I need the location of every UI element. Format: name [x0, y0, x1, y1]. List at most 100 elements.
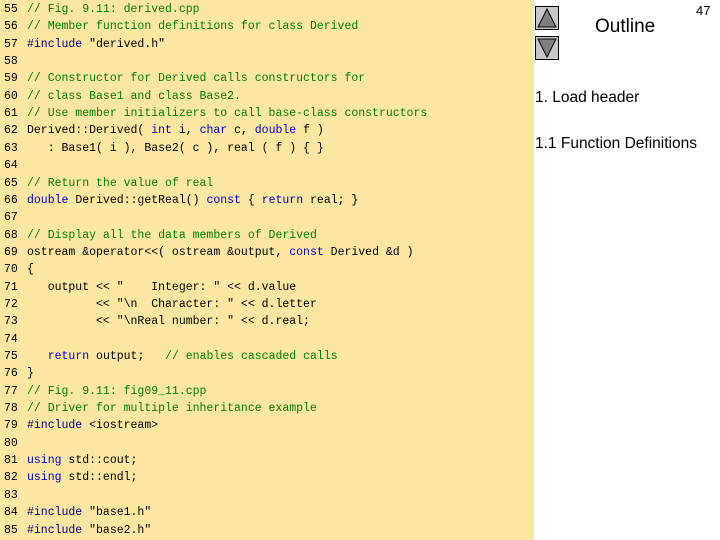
line-number: 62 — [4, 124, 18, 138]
code-token: // Use member initializers to call base-… — [27, 107, 428, 121]
line-number: 82 — [4, 471, 18, 485]
code-token: using — [27, 454, 62, 468]
code-line: 56 // Member function definitions for cla… — [0, 18, 534, 35]
line-number: 83 — [4, 488, 18, 502]
code-token: i, — [171, 124, 200, 138]
code-line: 65 // Return the value of real — [0, 175, 534, 192]
line-number: 76 — [4, 367, 18, 381]
code-line: 77 // Fig. 9.11: fig09_11.cpp — [0, 383, 534, 400]
line-number: 68 — [4, 228, 18, 242]
line-number: 84 — [4, 506, 18, 520]
line-number: 75 — [4, 350, 18, 363]
code-token: { — [240, 193, 262, 207]
code-token: #include — [27, 37, 83, 51]
line-number: 80 — [4, 436, 18, 450]
line-number: 73 — [4, 315, 18, 329]
code-line: 78 // Driver for multiple inheritance exa… — [0, 400, 534, 417]
code-token: // Display all the data members of Deriv… — [27, 228, 317, 242]
code-line: 82 using std::endl; — [0, 469, 534, 486]
line-number: 71 — [4, 280, 18, 294]
code-token: "base1.h" — [82, 506, 152, 520]
code-token: } — [27, 367, 34, 381]
code-line: 70 { — [0, 261, 534, 278]
code-token: // Return the value of real — [27, 176, 214, 190]
code-line: 80 — [0, 435, 534, 452]
code-token: return — [261, 193, 304, 207]
line-number: 60 — [4, 89, 18, 103]
code-token: const — [289, 245, 324, 259]
code-token: // enables cascaded calls — [165, 350, 338, 363]
code-token: // Fig. 9.11: derived.cpp — [27, 3, 200, 16]
code-token: #include — [27, 523, 83, 537]
line-number: 78 — [4, 402, 18, 416]
code-line: 59 // Constructor for Derived calls const… — [0, 70, 534, 87]
line-number: 70 — [4, 263, 18, 277]
line-number: 69 — [4, 245, 18, 259]
code-token: { — [27, 263, 34, 277]
code-token: Derived &d ) — [323, 245, 414, 259]
code-line: 84 #include "base1.h" — [0, 504, 534, 521]
code-token: << "\n Character: " << d.letter — [27, 297, 317, 311]
nav-down-button[interactable] — [535, 36, 559, 60]
triangle-down-icon — [537, 38, 557, 58]
outline-item-load-header: 1. Load header — [535, 89, 640, 106]
code-token: c, — [227, 124, 255, 138]
code-token: double — [27, 193, 69, 207]
code-token: double — [254, 124, 297, 138]
line-number: 74 — [4, 332, 18, 346]
line-number: 59 — [4, 72, 18, 86]
code-line: 73 << "\nReal number: " << d.real; — [0, 313, 534, 330]
outline-title: Outline — [595, 16, 656, 37]
line-number: 57 — [4, 37, 18, 51]
code-line: 83 — [0, 487, 534, 504]
code-token: char — [199, 124, 228, 138]
code-line: 85 #include "base2.h" — [0, 522, 534, 539]
code-line: 75 return output; // enables cascaded ca… — [0, 348, 534, 365]
line-number: 64 — [4, 159, 18, 173]
code-line: 71 output << " Integer: " << d.value — [0, 279, 534, 296]
code-token: output << " Integer: " << d.value — [27, 280, 297, 294]
code-token: << "\nReal number: " << d.real; — [27, 315, 310, 329]
code-token: f ) — [296, 124, 324, 138]
code-line: 79 #include <iostream> — [0, 417, 534, 434]
code-token: // Member function definitions for class… — [27, 20, 359, 34]
code-token: Derived::Derived( — [27, 124, 152, 138]
code-token: <iostream> — [82, 419, 159, 433]
code-token: std::endl; — [61, 471, 138, 485]
code-token: output; — [89, 350, 166, 363]
code-token: // class Base1 and class Base2. — [27, 89, 241, 103]
code-line: 60 // class Base1 and class Base2. — [0, 88, 534, 105]
code-line: 72 << "\n Character: " << d.letter — [0, 296, 534, 313]
code-line: 63 : Base1( i ), Base2( c ), real ( f ) … — [0, 140, 534, 157]
line-number: 61 — [4, 107, 18, 121]
triangle-up-icon — [537, 8, 557, 28]
code-token: // Constructor for Derived calls constru… — [27, 72, 366, 86]
nav-up-button[interactable] — [535, 6, 559, 30]
code-line: 64 — [0, 157, 534, 174]
line-number: 65 — [4, 176, 18, 190]
line-number: 55 — [4, 3, 18, 16]
code-token: #include — [27, 506, 83, 520]
code-token: : Base1( i ), Base2( c ), real ( f ) { } — [27, 141, 324, 155]
code-panel: 55 // Fig. 9.11: derived.cpp 56 // Member f… — [0, 0, 534, 540]
line-number: 72 — [4, 297, 18, 311]
line-number: 63 — [4, 141, 18, 155]
code-token: real; } — [303, 193, 359, 207]
code-token: Derived::getReal() — [68, 193, 207, 207]
code-token: int — [151, 124, 172, 138]
code-line: 76} — [0, 365, 534, 382]
line-number: 85 — [4, 523, 18, 537]
code-line: 55 // Fig. 9.11: derived.cpp — [0, 1, 534, 18]
line-number: 58 — [4, 55, 18, 69]
outline-item-function-definitions: 1.1 Function Definitions — [535, 135, 697, 152]
code-token: #include — [27, 419, 83, 433]
code-line: 74 — [0, 331, 534, 348]
code-token: "base2.h" — [82, 523, 152, 537]
code-line: 61 // Use member initializers to call bas… — [0, 105, 534, 122]
line-number: 81 — [4, 454, 18, 468]
code-token: using — [27, 471, 62, 485]
code-token: // Driver for multiple inheritance examp… — [27, 402, 317, 416]
code-token: std::cout; — [61, 454, 138, 468]
code-line: 62 Derived::Derived( int i, char c, doubl… — [0, 122, 534, 139]
